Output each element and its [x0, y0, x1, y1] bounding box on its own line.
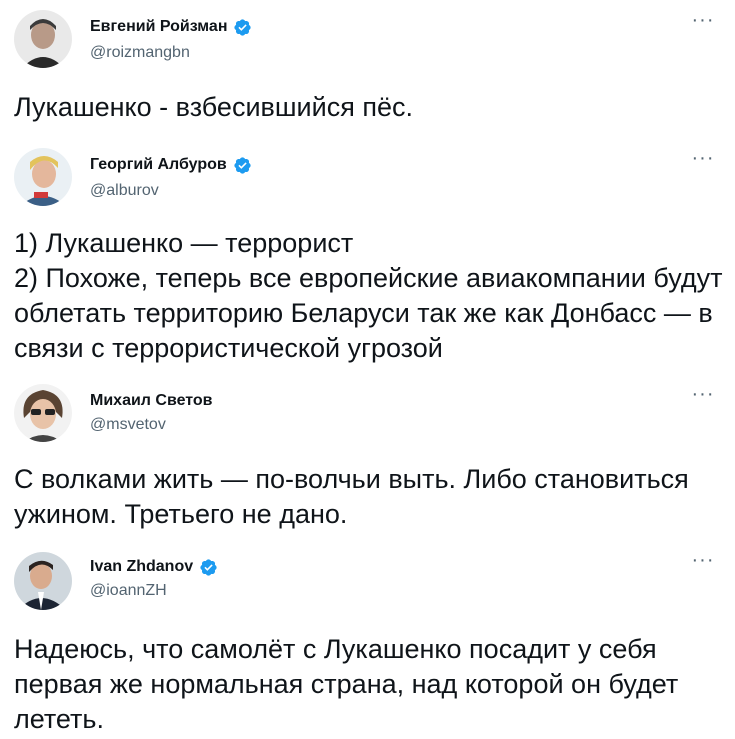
name-row: Георгий Албуров — [90, 154, 252, 176]
avatar-image — [14, 552, 72, 610]
handle[interactable]: @msvetov — [90, 416, 166, 434]
name-row: Ivan Zhdanov — [90, 556, 218, 578]
tweet-text: Надеюсь, что самолёт с Лукашенко посадит… — [14, 634, 679, 734]
avatar[interactable] — [14, 552, 72, 610]
avatar[interactable] — [14, 148, 72, 206]
handle[interactable]: @ioannZH — [90, 582, 167, 600]
display-name[interactable]: Георгий Албуров — [90, 156, 227, 174]
name-row: Евгений Ройзман — [90, 16, 252, 38]
display-name[interactable]: Евгений Ройзман — [90, 18, 227, 36]
more-horizontal-icon[interactable]: ··· — [691, 384, 715, 406]
handle[interactable]: @alburov — [90, 182, 159, 200]
more-horizontal-icon[interactable]: ··· — [691, 550, 715, 572]
avatar-image — [14, 148, 72, 206]
display-name[interactable]: Михаил Светов — [90, 392, 213, 410]
avatar[interactable] — [14, 384, 72, 442]
avatar[interactable] — [14, 10, 72, 68]
verified-badge-icon — [233, 156, 252, 175]
tweet-text: 1) Лукашенко — террорист 2) Похоже, тепе… — [14, 228, 723, 363]
avatar-image — [14, 384, 72, 442]
avatar-image — [14, 10, 72, 68]
name-row: Михаил Светов — [90, 390, 213, 412]
verified-badge-icon — [233, 18, 252, 37]
more-horizontal-icon[interactable]: ··· — [691, 10, 715, 32]
verified-badge-icon — [199, 558, 218, 577]
tweet-text: Лукашенко - взбесившийся пёс. — [14, 92, 413, 122]
more-horizontal-icon[interactable]: ··· — [691, 148, 715, 170]
tweet-text: С волками жить — по-волчьи выть. Либо ст… — [14, 464, 689, 529]
handle[interactable]: @roizmangbn — [90, 44, 190, 62]
display-name[interactable]: Ivan Zhdanov — [90, 558, 193, 576]
